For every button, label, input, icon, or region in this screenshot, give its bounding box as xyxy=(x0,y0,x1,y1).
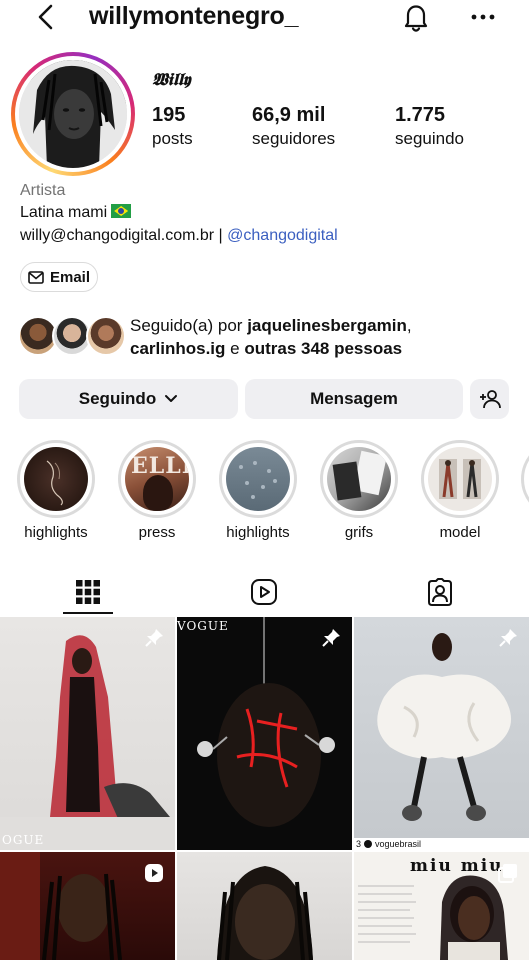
bio-line: Latina mami xyxy=(20,204,108,221)
grid-post[interactable]: VOGUE xyxy=(177,617,352,850)
suggested-users-button[interactable] xyxy=(470,379,509,419)
profile-username: willymontenegro_ xyxy=(89,2,299,30)
stat-following-value: 1.775 xyxy=(395,104,446,126)
mail-icon xyxy=(28,270,44,284)
grid-post[interactable] xyxy=(0,852,175,960)
stat-posts[interactable]: 195 posts xyxy=(152,104,193,149)
stat-followers-value: 66,9 mil xyxy=(252,104,326,126)
chevron-left-icon xyxy=(38,4,53,30)
tab-tagged[interactable] xyxy=(352,568,528,616)
message-button[interactable]: Mensagem xyxy=(245,379,463,419)
highlight-cover xyxy=(226,447,290,511)
bell-icon xyxy=(404,5,428,32)
profile-tabs xyxy=(0,568,529,616)
followed-by[interactable]: Seguido(a) por jaquelinesbergamin, carli… xyxy=(18,314,518,358)
highlight-label: model xyxy=(439,524,481,541)
reels-icon xyxy=(251,579,277,605)
followed-by-text: Seguido(a) por jaquelinesbergamin, carli… xyxy=(130,314,412,360)
highlight-cover xyxy=(327,447,391,511)
post-image xyxy=(0,635,175,850)
notifications-button[interactable] xyxy=(400,1,432,33)
post-source-account: voguebrasil xyxy=(375,839,422,849)
follower-avatar xyxy=(86,316,126,356)
stat-followers-label: seguidores xyxy=(252,129,336,148)
reels-icon xyxy=(145,864,163,882)
add-user-icon xyxy=(479,390,501,409)
post-caption: VOGUE xyxy=(177,619,229,633)
email-button[interactable]: Email xyxy=(20,262,98,292)
pin-icon xyxy=(322,629,340,647)
tagged-icon xyxy=(428,578,452,606)
stat-following-label: seguindo xyxy=(395,129,465,148)
highlight-cover xyxy=(24,447,88,511)
following-button-label: Seguindo xyxy=(78,389,157,408)
post-image xyxy=(197,617,335,827)
story-highlight[interactable]: highlights xyxy=(16,440,96,541)
bio-mention-link[interactable]: @changodigital xyxy=(227,227,338,244)
story-highlight[interactable]: model xyxy=(420,440,500,541)
tab-posts-grid[interactable] xyxy=(0,568,176,616)
back-button[interactable] xyxy=(32,3,60,31)
highlight-label: highlights xyxy=(226,524,290,541)
active-tab-indicator xyxy=(63,612,113,614)
post-source-tag: 3 voguebrasil xyxy=(356,839,421,849)
highlight-label: press xyxy=(138,524,176,541)
grid-post[interactable]: 3 voguebrasil xyxy=(354,617,529,850)
story-highlight[interactable]: highlights xyxy=(218,440,298,541)
email-button-label: Email xyxy=(49,268,91,286)
pin-icon xyxy=(499,629,517,647)
follower-username[interactable]: jaquelinesbergamin xyxy=(247,316,407,335)
brazil-flag-icon xyxy=(111,204,132,218)
stat-followers[interactable]: 66,9 mil seguidores xyxy=(252,104,335,149)
post-image xyxy=(354,633,529,850)
story-highlight[interactable]: ELLE press xyxy=(117,440,197,541)
grid-post[interactable]: OGUE xyxy=(0,617,175,850)
multiple-posts-icon xyxy=(498,864,517,883)
posts-grid: OGUE VOGUE 3 voguebrasil miu miu xyxy=(0,617,529,960)
display-name: 𝖂𝖎𝖑𝖑𝖞 xyxy=(152,70,191,90)
message-button-label: Mensagem xyxy=(310,389,398,408)
story-highlight-partial[interactable] xyxy=(521,440,529,518)
followed-by-separator: , xyxy=(406,316,412,335)
bio-category: Artista xyxy=(20,182,66,199)
stat-posts-label: posts xyxy=(152,129,193,148)
avatar-photo xyxy=(19,60,127,168)
bio-text: Latina mami xyxy=(20,204,132,222)
grid-post[interactable]: miu miu xyxy=(354,852,529,960)
following-button[interactable]: Seguindo xyxy=(19,379,238,419)
stat-posts-value: 195 xyxy=(152,104,186,126)
post-image xyxy=(217,866,313,960)
highlight-cover xyxy=(428,447,492,511)
followed-by-prefix: Seguido(a) por xyxy=(130,316,248,335)
bio-email: willy@changodigital.com.br | xyxy=(20,227,228,244)
profile-avatar[interactable] xyxy=(11,52,135,176)
other-followers[interactable]: outras 348 pessoas xyxy=(244,339,402,358)
bio-contact-line: willy@changodigital.com.br | @changodigi… xyxy=(20,227,338,245)
post-source-prefix: 3 xyxy=(356,839,362,849)
highlight-label: highlights xyxy=(24,524,88,541)
stat-following[interactable]: 1.775 seguindo xyxy=(395,104,464,149)
grid-post[interactable] xyxy=(177,852,352,960)
more-icon xyxy=(471,14,495,20)
chevron-down-icon xyxy=(165,395,178,402)
post-caption: OGUE xyxy=(2,833,45,847)
highlight-cover: ELLE xyxy=(125,447,189,511)
top-bar: willymontenegro_ xyxy=(0,0,529,40)
account-avatar-icon xyxy=(364,840,373,848)
follower-username[interactable]: carlinhos.ig xyxy=(130,339,225,358)
highlight-label: grifs xyxy=(344,524,374,541)
followed-by-conjunction: e xyxy=(225,339,245,358)
more-options-button[interactable] xyxy=(468,4,498,30)
tab-reels[interactable] xyxy=(176,568,352,616)
pin-icon xyxy=(145,629,163,647)
story-highlight[interactable]: grifs xyxy=(319,440,399,541)
grid-icon xyxy=(76,580,100,604)
post-caption: miu miu xyxy=(410,856,504,876)
